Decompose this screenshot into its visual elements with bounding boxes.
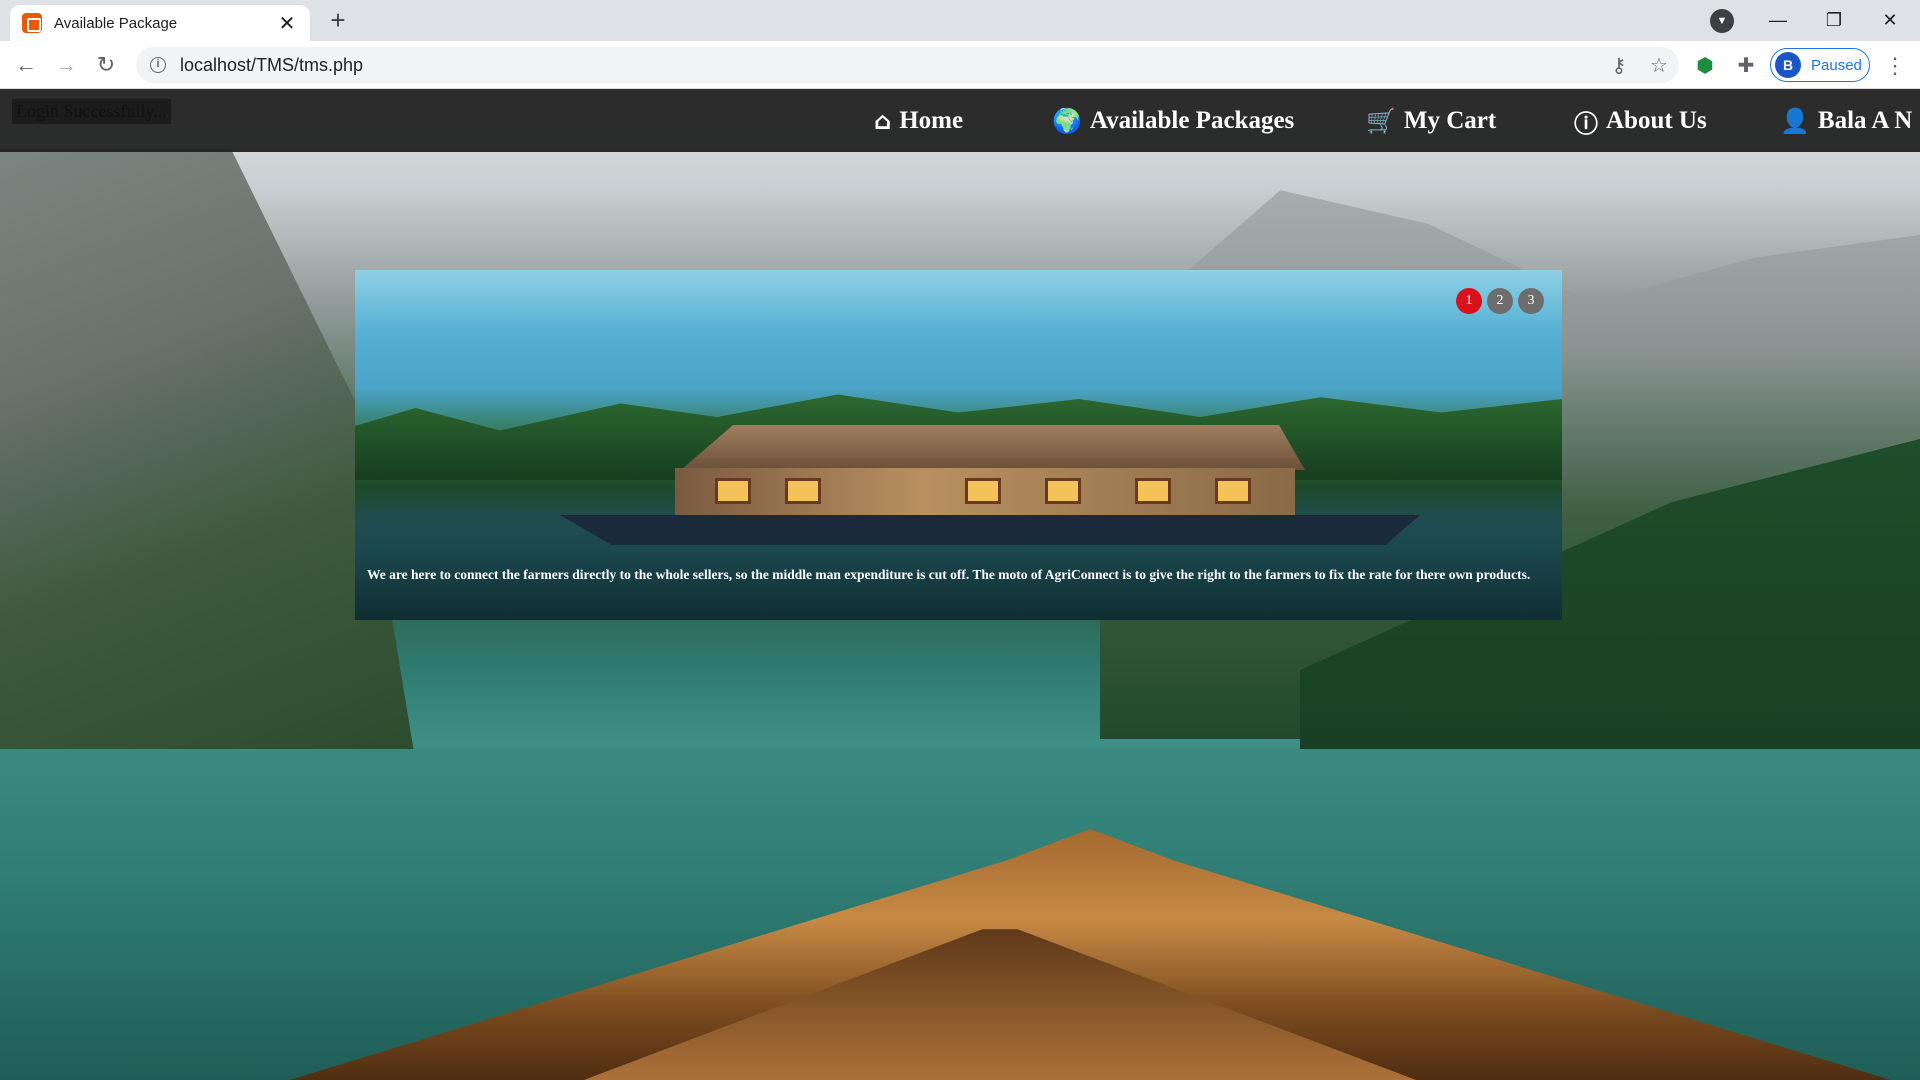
slider-dot-2[interactable]: 2: [1487, 288, 1513, 314]
nav-user-name: Bala A N: [1817, 107, 1913, 134]
address-bar[interactable]: i localhost/TMS/tms.php ⚷ ☆: [136, 47, 1679, 83]
slider-dot-1[interactable]: 1: [1456, 288, 1482, 314]
new-tab-button[interactable]: +: [323, 6, 353, 36]
nav-user-profile[interactable]: 👤 Bala A N: [1780, 101, 1912, 141]
nav-about-us-label: About Us: [1606, 107, 1707, 134]
nav-home[interactable]: ⌂ Home: [874, 101, 963, 141]
houseboat-hull: [560, 515, 1420, 545]
close-window-button[interactable]: ✕: [1862, 0, 1918, 41]
nav-my-cart[interactable]: 🛒 My Cart: [1366, 101, 1496, 141]
page-content: Login Successfully... ⌂ Home 🌍 Available…: [0, 89, 1920, 1080]
extension-icon[interactable]: ⬢: [1692, 53, 1718, 79]
site-navbar: Login Successfully... ⌂ Home 🌍 Available…: [0, 89, 1920, 152]
tab-search-icon[interactable]: ▼: [1710, 9, 1734, 33]
avatar: B: [1775, 52, 1801, 78]
image-slider[interactable]: 1 2 3 We are here to connect the farmers…: [355, 270, 1562, 620]
nav-available-packages[interactable]: 🌍 Available Packages: [1052, 101, 1294, 141]
cart-icon: 🛒: [1366, 107, 1396, 135]
info-icon: ⓘ: [1574, 109, 1598, 138]
slider-dot-3[interactable]: 3: [1518, 288, 1544, 314]
nav-home-label: Home: [899, 107, 964, 134]
browser-tabstrip: Available Package ✕ + ▼ — ❐ ✕: [0, 0, 1920, 41]
reload-icon[interactable]: ↻: [90, 49, 122, 81]
back-arrow-icon[interactable]: ←: [10, 49, 42, 81]
houseboat-window: [785, 478, 821, 504]
url-text[interactable]: localhost/TMS/tms.php: [180, 55, 1599, 76]
houseboat-window: [965, 478, 1001, 504]
tab-close-icon[interactable]: ✕: [276, 11, 298, 36]
houseboat-window: [1215, 478, 1251, 504]
houseboat-window: [715, 478, 751, 504]
bookmark-star-icon[interactable]: ☆: [1639, 53, 1679, 78]
slider-caption: We are here to connect the farmers direc…: [367, 567, 1531, 582]
houseboat-window: [1135, 478, 1171, 504]
houseboat-roof: [681, 425, 1305, 470]
houseboat-window: [1045, 478, 1081, 504]
globe-icon: 🌍: [1052, 107, 1082, 135]
tab-favicon-icon: [22, 13, 42, 33]
minimize-button[interactable]: —: [1750, 0, 1806, 41]
menu-dots-icon[interactable]: ⋮: [1882, 51, 1908, 81]
slider-dots: 1 2 3: [1456, 288, 1544, 314]
nav-available-packages-label: Available Packages: [1089, 107, 1295, 134]
browser-toolbar: ← → ↻ i localhost/TMS/tms.php ⚷ ☆ ⬢ ✚ B …: [0, 41, 1920, 89]
tab-title: Available Package: [54, 14, 178, 32]
home-icon: ⌂: [874, 107, 892, 135]
user-icon: 👤: [1780, 107, 1810, 135]
forward-arrow-icon[interactable]: →: [50, 49, 82, 81]
browser-tab[interactable]: Available Package ✕: [10, 5, 310, 41]
login-message: Login Successfully...: [12, 99, 171, 124]
key-icon[interactable]: ⚷: [1599, 53, 1639, 78]
nav-my-cart-label: My Cart: [1403, 107, 1497, 134]
nav-about-us[interactable]: ⓘ About Us: [1574, 101, 1707, 141]
profile-status: Paused: [1811, 56, 1862, 74]
profile-button[interactable]: B Paused: [1770, 48, 1870, 82]
maximize-button[interactable]: ❐: [1806, 0, 1862, 41]
puzzle-icon[interactable]: ✚: [1733, 53, 1759, 79]
site-info-icon[interactable]: i: [150, 57, 166, 73]
